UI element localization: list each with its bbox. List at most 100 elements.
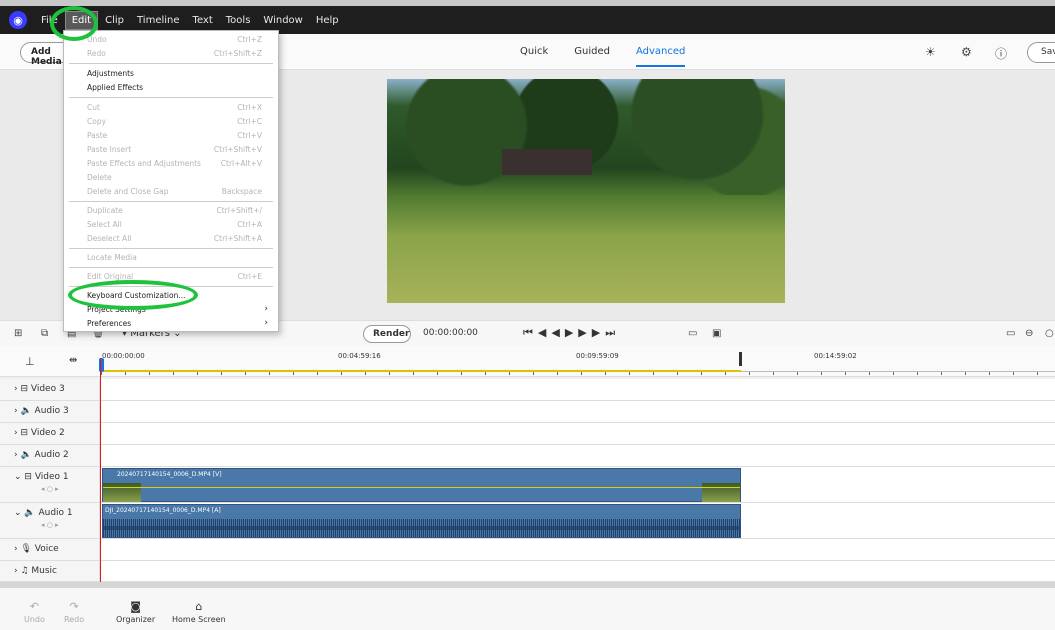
info-icon[interactable]: ⓘ (995, 45, 1007, 62)
gear-icon[interactable]: ⚙ (961, 45, 972, 59)
screen-icon[interactable]: ▭ (688, 328, 697, 339)
video-clip[interactable]: 20240717140154_0006_D.MP4 [V] (102, 468, 741, 502)
menu-item-delete[interactable]: Delete (64, 171, 278, 185)
clip-label: 20240717140154_0006_D.MP4 [V] (117, 471, 222, 478)
time-ruler[interactable]: ⊥ ⇹ 00:00:00:00 00:04:59:16 00:09:59:09 … (0, 346, 1055, 377)
app-logo-icon[interactable]: ◉ (9, 11, 27, 29)
bottom-bar: ↶ Undo ↷ Redo ◙ Organizer ⌂ Home Screen (0, 582, 1055, 630)
snap-icon[interactable]: ⊥ (25, 355, 35, 368)
menu-item-select-all[interactable]: Select All Ctrl+A (64, 218, 278, 232)
clip-label: DJI_20240717140154_0006_D.MP4 [A] (105, 507, 221, 514)
clip-thumbnail-start (103, 483, 141, 502)
submenu-arrow-icon: › (264, 304, 268, 314)
track-music: › ♫ Music (0, 561, 1055, 582)
track-name: Audio 3 (34, 406, 69, 416)
menu-separator (69, 267, 273, 268)
menu-tools[interactable]: Tools (220, 12, 257, 29)
new-window-icon[interactable]: ⧉ (41, 328, 48, 339)
menu-item-locate-media[interactable]: Locate Media (64, 251, 278, 265)
keyframe-nav[interactable]: ◂ ○ ▸ (41, 485, 99, 493)
preview-house (502, 149, 592, 175)
menu-item-redo[interactable]: Redo Ctrl+Shift+Z (64, 47, 278, 61)
track-name: Video 3 (30, 384, 65, 394)
menu-item-paste-insert[interactable]: Paste Insert Ctrl+Shift+V (64, 143, 278, 157)
end-marker[interactable] (739, 352, 742, 366)
menu-text[interactable]: Text (187, 12, 219, 29)
menu-separator (69, 201, 273, 202)
zoom-out-icon[interactable]: ⊖ (1025, 328, 1033, 339)
track-video-3: › ⊟ Video 3 (0, 379, 1055, 401)
menu-item-delete-close-gap[interactable]: Delete and Close Gap Backspace (64, 185, 278, 199)
redo-icon: ↷ (69, 600, 79, 613)
menu-item-deselect-all[interactable]: Deselect All Ctrl+Shift+A (64, 232, 278, 246)
redo-button[interactable]: ↷ Redo (64, 600, 84, 624)
menu-separator (69, 63, 273, 64)
clip-opacity-line (103, 487, 740, 488)
preview-trees (387, 79, 785, 196)
track-name: Music (31, 566, 57, 576)
ripple-icon[interactable]: ⇹ (69, 355, 77, 366)
menu-item-adjustments[interactable]: Adjustments (64, 67, 278, 81)
playhead-line (100, 358, 101, 582)
render-button[interactable]: Render (363, 325, 411, 343)
highlight-ring-keyboard (68, 280, 198, 310)
keyframe-nav[interactable]: ◂ ○ ▸ (41, 521, 99, 529)
menu-item-duplicate[interactable]: Duplicate Ctrl+Shift+/ (64, 204, 278, 218)
organizer-button[interactable]: ◙ Organizer (116, 600, 155, 624)
ruler-time-1: 00:04:59:16 (338, 352, 381, 360)
menu-item-undo[interactable]: Undo Ctrl+Z (64, 33, 278, 47)
track-name: Video 2 (30, 428, 65, 438)
track-header[interactable]: ⌄ ⊟ Video 1 ◂ ○ ▸ (0, 467, 100, 502)
menu-window[interactable]: Window (257, 12, 308, 29)
fit-view-icon[interactable]: ⊞ (14, 328, 22, 339)
transport-controls[interactable]: ⏮◀◀▶▶▶⏭ (523, 326, 620, 340)
audio-clip[interactable]: DJI_20240717140154_0006_D.MP4 [A] (102, 504, 741, 538)
menu-item-copy[interactable]: Copy Ctrl+C (64, 115, 278, 129)
fit-timeline-icon[interactable]: ▭ (1006, 328, 1015, 339)
tab-quick[interactable]: Quick (520, 46, 548, 67)
track-header[interactable]: › 🔈 Audio 3 (0, 401, 100, 422)
menu-help[interactable]: Help (310, 12, 345, 29)
tab-guided[interactable]: Guided (574, 46, 610, 67)
undo-button[interactable]: ↶ Undo (24, 600, 45, 624)
menu-item-preferences[interactable]: Preferences › (64, 317, 278, 331)
render-bar (101, 370, 741, 372)
track-video-1: ⌄ ⊟ Video 1 ◂ ○ ▸ 20240717140154_0006_D.M… (0, 467, 1055, 503)
monitor-icon[interactable]: ▣ (712, 328, 721, 339)
track-name: Audio 2 (34, 450, 69, 460)
track-header[interactable]: › ⊟ Video 3 (0, 379, 100, 400)
zoom-slider-icon[interactable]: ○ (1045, 328, 1054, 339)
menu-separator (69, 248, 273, 249)
brightness-icon[interactable]: ☀ (925, 45, 936, 59)
highlight-ring-edit (50, 6, 98, 41)
ruler-time-2: 00:09:59:09 (576, 352, 619, 360)
tab-advanced[interactable]: Advanced (636, 46, 686, 67)
menu-separator (69, 97, 273, 98)
track-header[interactable]: › 🔈 Audio 2 (0, 445, 100, 466)
track-audio-3: › 🔈 Audio 3 (0, 401, 1055, 423)
track-audio-1: ⌄ 🔈 Audio 1 ◂ ○ ▸ DJI_20240717140154_0006… (0, 503, 1055, 539)
menu-item-applied-effects[interactable]: Applied Effects (64, 81, 278, 95)
save-button[interactable]: Save (1027, 42, 1055, 63)
menu-item-paste-effects[interactable]: Paste Effects and Adjustments Ctrl+Alt+V (64, 157, 278, 171)
track-name: Video 1 (34, 472, 69, 482)
track-audio-2: › 🔈 Audio 2 (0, 445, 1055, 467)
clip-thumbnail-end (702, 483, 740, 502)
track-name: Voice (34, 544, 59, 554)
tracks-area: › ⊟ Video 3 › 🔈 Audio 3 › ⊟ Video 2 › 🔈 … (0, 379, 1055, 582)
home-icon: ⌂ (195, 600, 203, 613)
menu-clip[interactable]: Clip (99, 12, 130, 29)
empty-range (741, 371, 1055, 372)
track-header[interactable]: › 🎙 Voice (0, 539, 100, 560)
current-timecode: 00:00:00:00 (423, 328, 478, 338)
track-header[interactable]: › ♫ Music (0, 561, 100, 581)
organizer-icon: ◙ (130, 600, 141, 613)
menu-timeline[interactable]: Timeline (131, 12, 186, 29)
submenu-arrow-icon: › (264, 318, 268, 328)
menu-item-paste[interactable]: Paste Ctrl+V (64, 129, 278, 143)
video-preview[interactable] (387, 79, 785, 303)
track-header[interactable]: › ⊟ Video 2 (0, 423, 100, 444)
home-screen-button[interactable]: ⌂ Home Screen (172, 600, 226, 624)
menu-item-cut[interactable]: Cut Ctrl+X (64, 101, 278, 115)
track-header[interactable]: ⌄ 🔈 Audio 1 ◂ ○ ▸ (0, 503, 100, 538)
